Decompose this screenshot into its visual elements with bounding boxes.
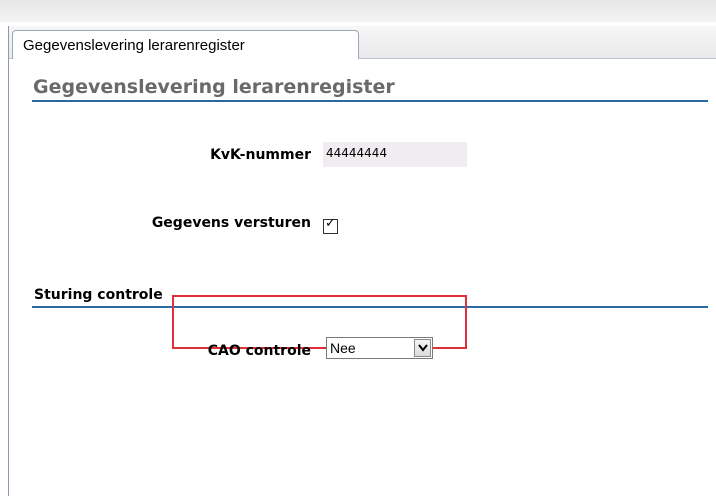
kvk-label: KvK-nummer	[210, 147, 311, 163]
send-data-checkbox[interactable]: ✓	[323, 216, 338, 234]
chevron-down-icon[interactable]	[414, 339, 431, 357]
cao-select[interactable]: Nee	[326, 337, 433, 359]
page-title: Gegevenslevering lerarenregister	[33, 76, 395, 98]
title-divider	[32, 100, 708, 102]
check-icon: ✓	[325, 216, 336, 231]
tab-label: Gegevenslevering lerarenregister	[23, 37, 245, 54]
cao-select-value: Nee	[330, 340, 356, 356]
kvk-field[interactable]: 44444444	[323, 142, 467, 167]
window-top-shadow	[0, 0, 716, 22]
tab-gegevenslevering[interactable]: Gegevenslevering lerarenregister	[12, 30, 359, 59]
cao-label: CAO controle	[207, 343, 311, 359]
section-title-sturing: Sturing controle	[34, 287, 163, 303]
tab-strip: Gegevenslevering lerarenregister	[9, 26, 716, 59]
send-data-label: Gegevens versturen	[151, 215, 311, 231]
